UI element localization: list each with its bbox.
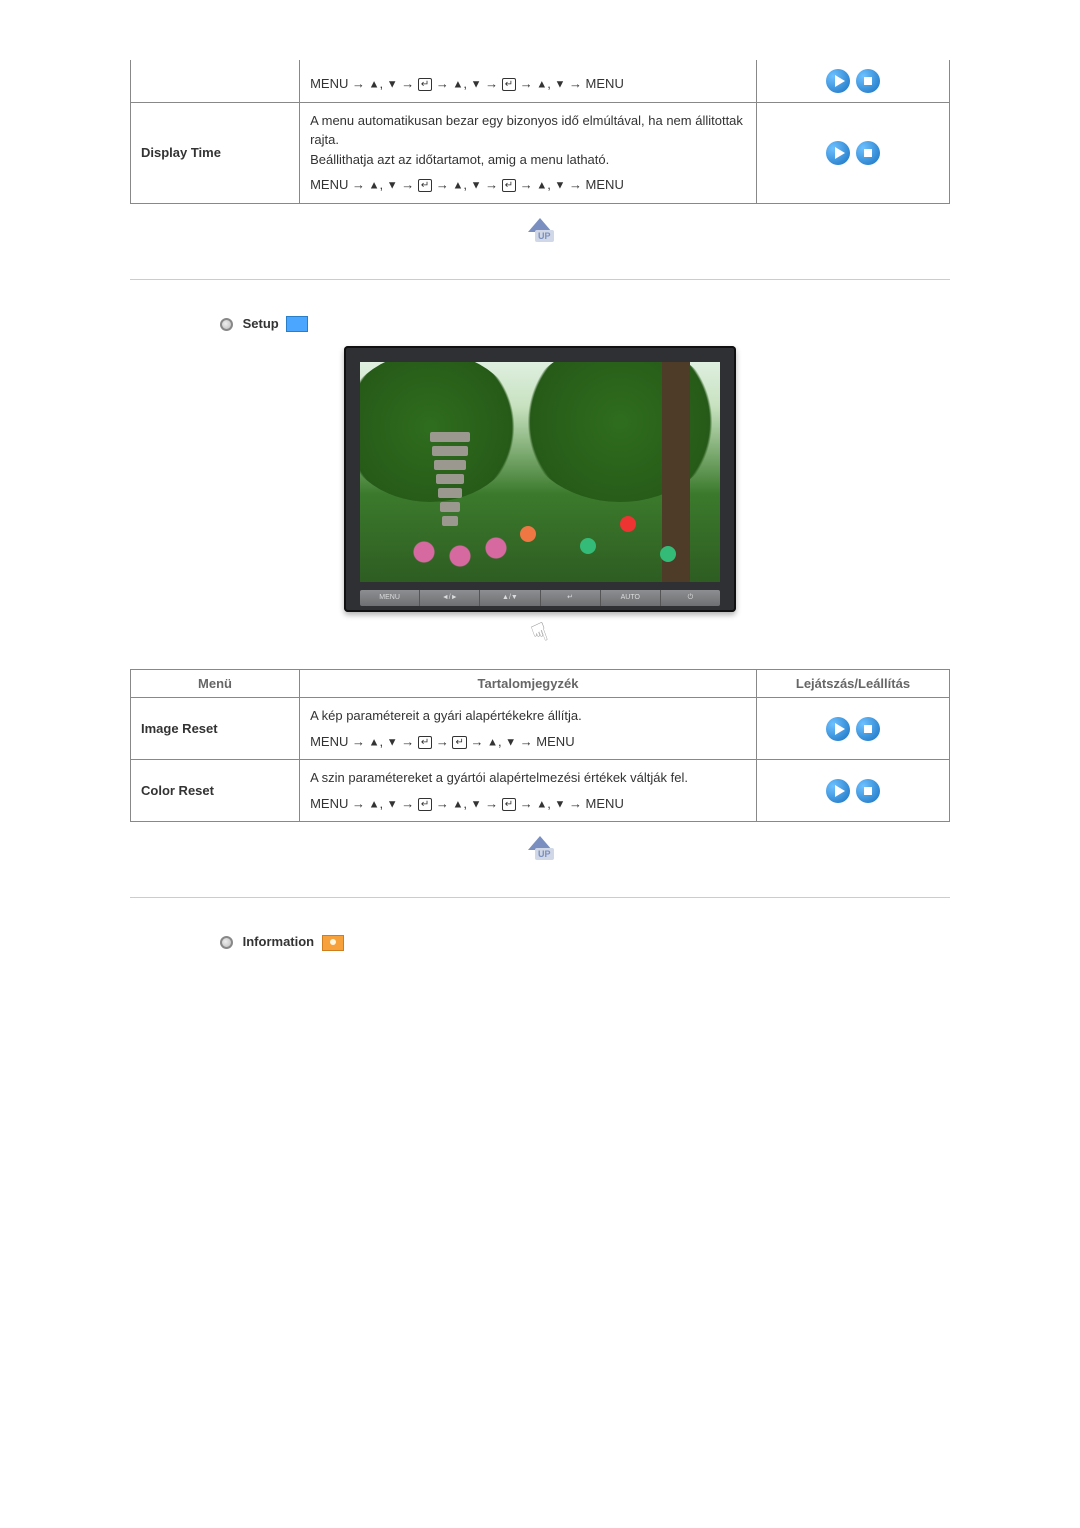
stop-icon[interactable]	[856, 717, 880, 741]
play-icon[interactable]	[826, 141, 850, 165]
monitor-bar-button: ⏻	[661, 590, 720, 606]
row-label	[131, 60, 300, 102]
table-row: MENU → ▲, ▼ → ↵ → ▲, ▼ → ↵ → ▲, ▼ → MENU	[131, 60, 950, 102]
monitor-bar-button: MENU	[360, 590, 420, 606]
monitor-screen	[360, 362, 720, 582]
col-menu: Menü	[131, 670, 300, 698]
nav-sequence: MENU → ▲, ▼ → ↵ → ↵ → ▲, ▼ → MENU	[310, 732, 746, 752]
play-icon[interactable]	[826, 717, 850, 741]
desc-text: A kép paramétereit a gyári alapértékekre…	[310, 708, 582, 723]
desc-text: A menu automatikusan bezar egy bizonyos …	[310, 113, 743, 167]
row-desc: A kép paramétereit a gyári alapértékekre…	[300, 698, 757, 760]
section-title-information: Information	[220, 934, 950, 951]
col-content: Tartalomjegyzék	[300, 670, 757, 698]
monitor-bar-button: ◄/►	[420, 590, 480, 606]
monitor-bar-button: ▲/▼	[480, 590, 540, 606]
setup-icon	[286, 316, 308, 332]
table-row: Color Reset A szin paramétereket a gyárt…	[131, 760, 950, 822]
up-arrow-icon	[525, 218, 555, 248]
information-icon	[322, 935, 344, 951]
row-label: Display Time	[131, 102, 300, 203]
play-stop-cell	[756, 760, 949, 822]
play-stop-cell	[756, 698, 949, 760]
play-icon[interactable]	[826, 779, 850, 803]
monitor-bar-button: AUTO	[601, 590, 661, 606]
monitor-frame: MENU◄/►▲/▼↵AUTO⏻	[344, 346, 736, 612]
table-row: Image Reset A kép paramétereit a gyári a…	[131, 698, 950, 760]
table-row: Display Time A menu automatikusan bezar …	[131, 102, 950, 203]
nav-sequence: MENU → ▲, ▼ → ↵ → ▲, ▼ → ↵ → ▲, ▼ → MENU	[310, 74, 746, 94]
up-arrow-icon	[525, 836, 555, 866]
bullet-icon	[220, 936, 233, 949]
play-stop-cell	[756, 102, 949, 203]
stop-icon[interactable]	[856, 141, 880, 165]
divider	[130, 279, 950, 280]
divider	[130, 897, 950, 898]
monitor-bar-button: ↵	[541, 590, 601, 606]
monitor-illustration: MENU◄/►▲/▼↵AUTO⏻ ☟	[130, 346, 950, 649]
desc-text: A szin paramétereket a gyártói alapértel…	[310, 770, 688, 785]
col-playstop: Lejátszás/Leállítás	[756, 670, 949, 698]
nav-sequence: MENU → ▲, ▼ → ↵ → ▲, ▼ → ↵ → ▲, ▼ → MENU	[310, 794, 746, 814]
table-header-row: Menü Tartalomjegyzék Lejátszás/Leállítás	[131, 670, 950, 698]
section-title-text: Setup	[243, 316, 279, 331]
section-title-setup: Setup	[220, 316, 950, 333]
osd-table-1: MENU → ▲, ▼ → ↵ → ▲, ▼ → ↵ → ▲, ▼ → MENU…	[130, 60, 950, 204]
hand-pointer-icon: ☟	[527, 616, 552, 651]
play-icon[interactable]	[826, 69, 850, 93]
monitor-button-bar: MENU◄/►▲/▼↵AUTO⏻	[360, 590, 720, 606]
setup-table: Menü Tartalomjegyzék Lejátszás/Leállítás…	[130, 669, 950, 822]
row-desc: A szin paramétereket a gyártói alapértel…	[300, 760, 757, 822]
page: MENU → ▲, ▼ → ↵ → ▲, ▼ → ↵ → ▲, ▼ → MENU…	[90, 0, 990, 1005]
play-stop-cell	[756, 60, 949, 102]
stop-icon[interactable]	[856, 69, 880, 93]
row-desc: MENU → ▲, ▼ → ↵ → ▲, ▼ → ↵ → ▲, ▼ → MENU	[300, 60, 757, 102]
stop-icon[interactable]	[856, 779, 880, 803]
scroll-up-button[interactable]	[130, 218, 950, 251]
row-label: Image Reset	[131, 698, 300, 760]
bullet-icon	[220, 318, 233, 331]
row-label: Color Reset	[131, 760, 300, 822]
section-title-text: Information	[243, 934, 315, 949]
nav-sequence: MENU → ▲, ▼ → ↵ → ▲, ▼ → ↵ → ▲, ▼ → MENU	[310, 175, 746, 195]
scroll-up-button[interactable]	[130, 836, 950, 869]
row-desc: A menu automatikusan bezar egy bizonyos …	[300, 102, 757, 203]
